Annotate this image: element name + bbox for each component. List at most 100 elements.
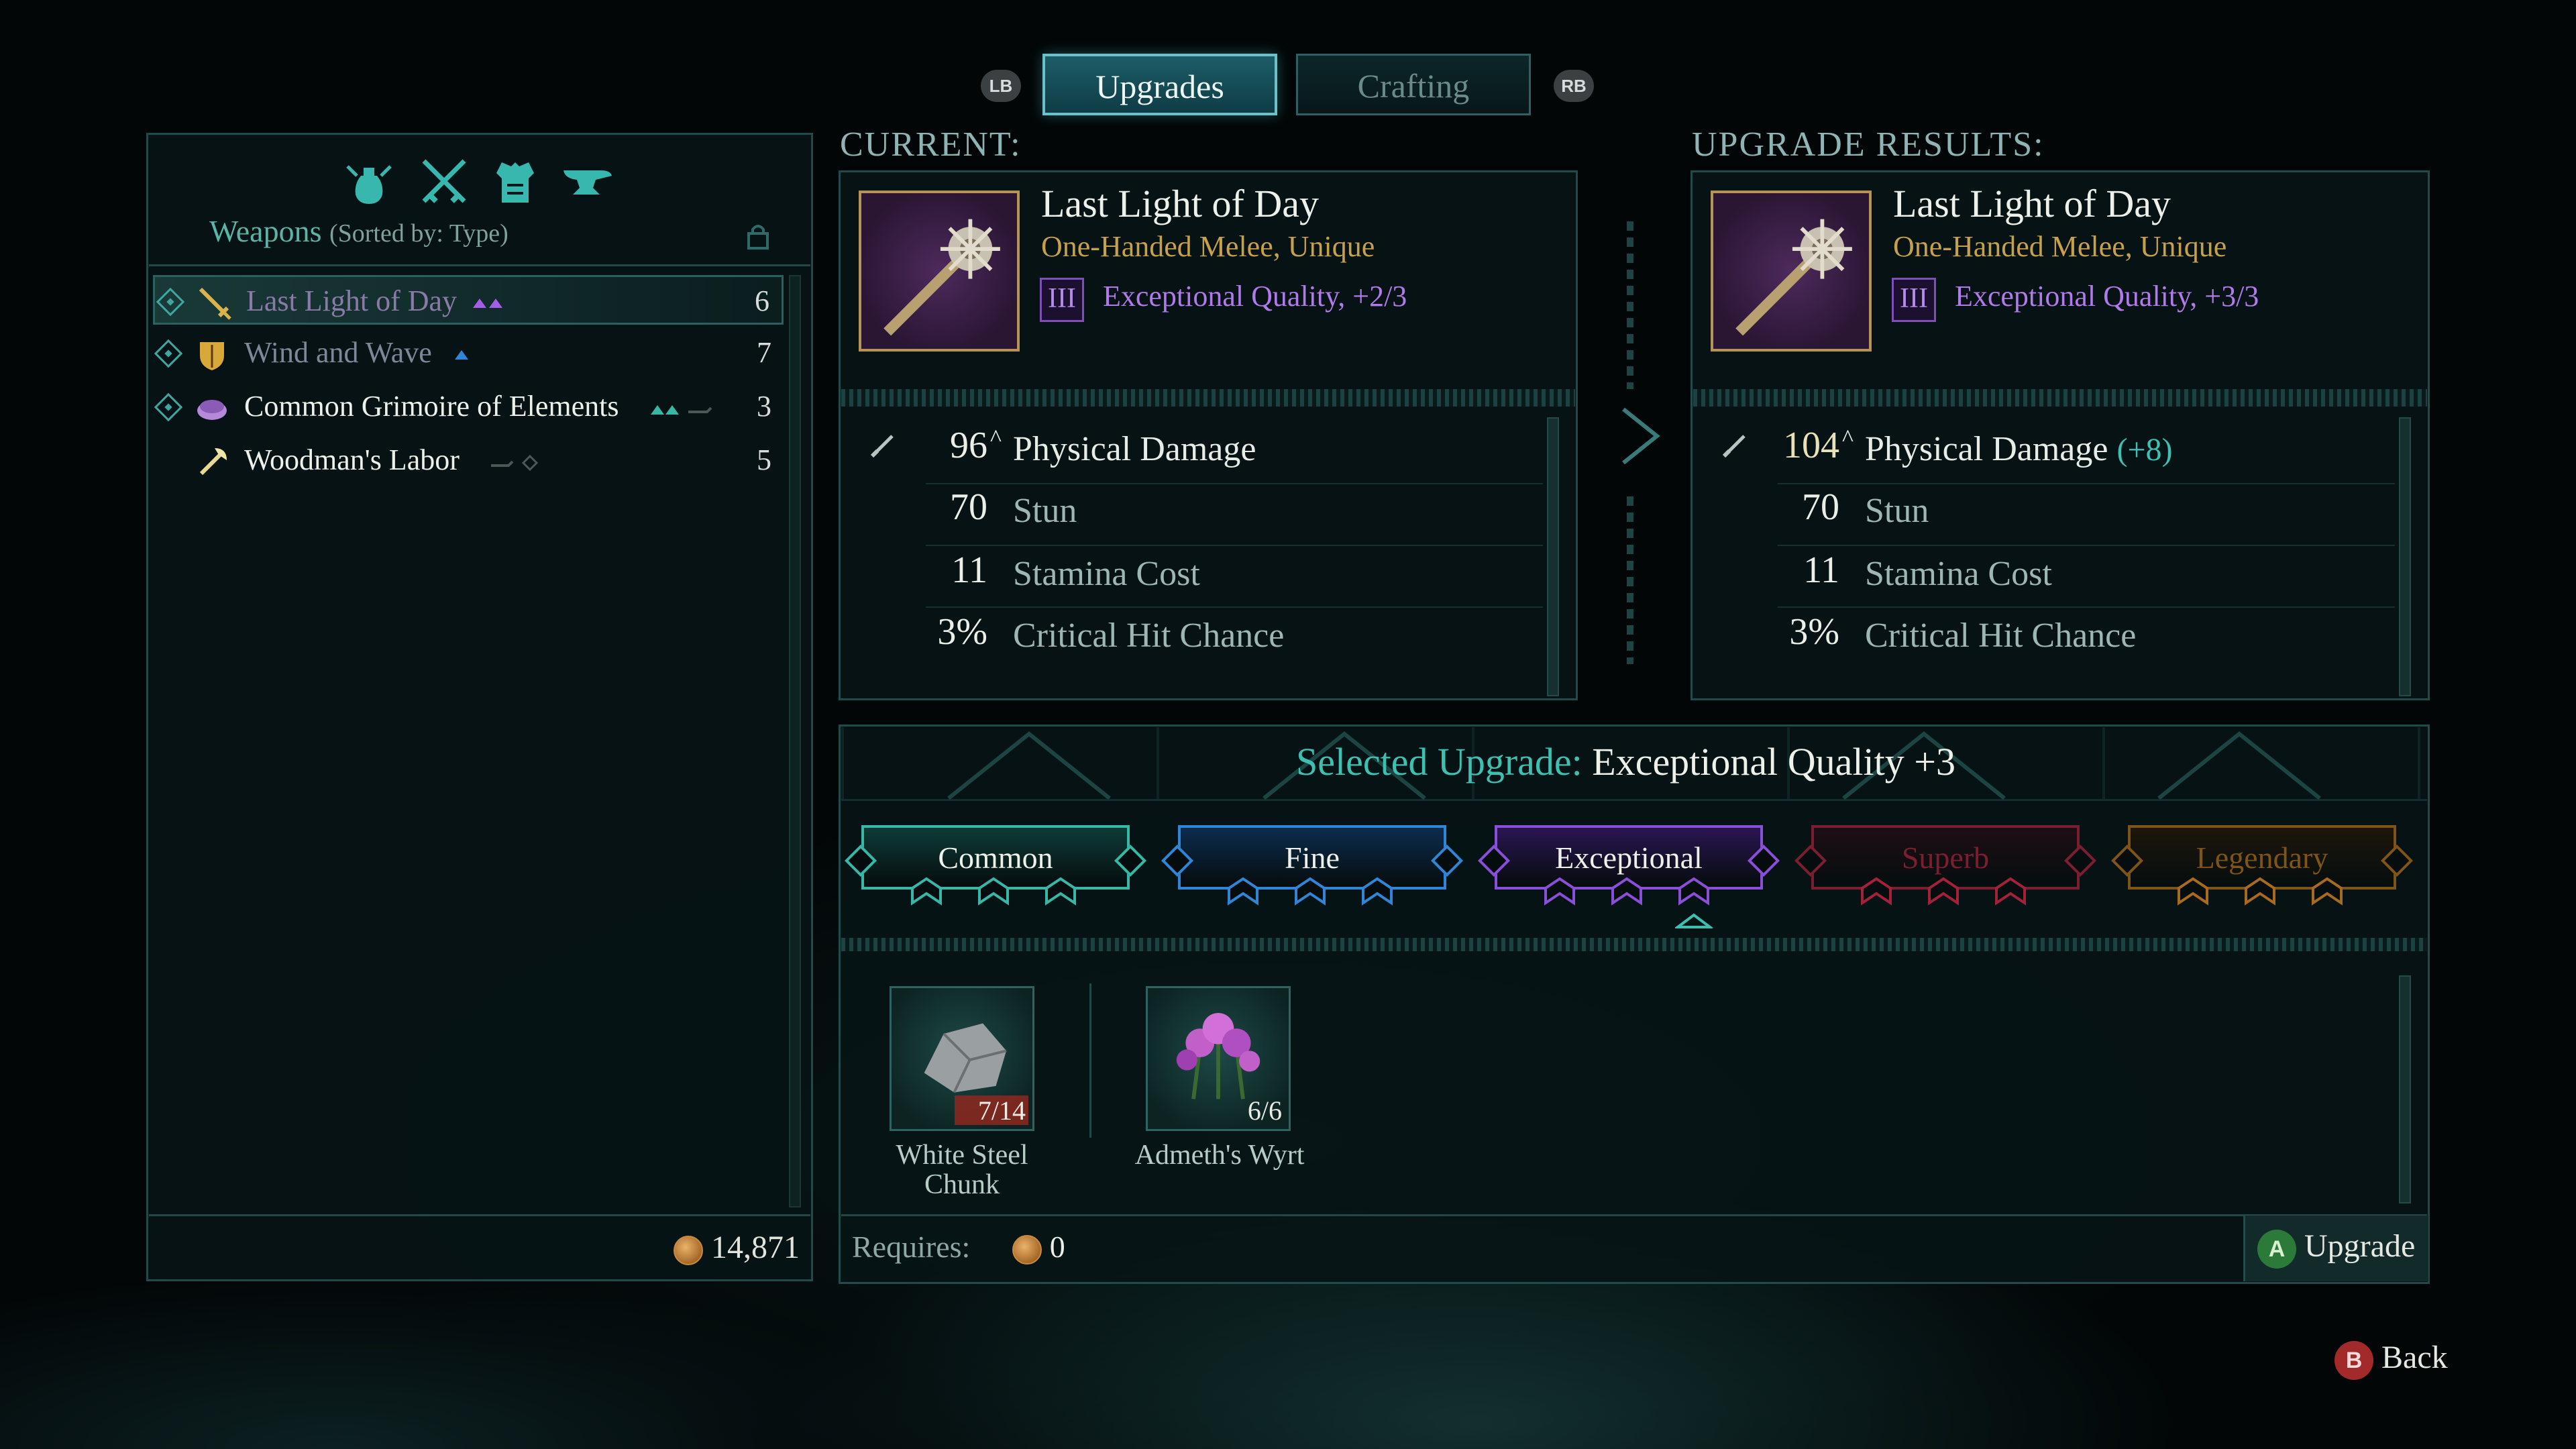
weapon-row-woodmans-labor[interactable]: Woodman's Labor 5 — [153, 436, 784, 486]
material-name-line: White Steel — [896, 1140, 1028, 1171]
result-item-quality: Exceptional Quality, +3/3 — [1955, 280, 2259, 313]
compare-arrow-icon — [1622, 221, 1660, 664]
selected-upgrade-title: Selected Upgrade: Exceptional Quality +3 — [1296, 739, 1955, 784]
material-count: 7/14 — [977, 1095, 1026, 1126]
requires-row: Requires: 0 — [852, 1229, 1065, 1265]
tier-label: Common — [938, 841, 1053, 875]
material-separator — [1089, 983, 1091, 1138]
weapon-name: Woodman's Labor — [244, 443, 460, 476]
stat-increase-caret: ^ — [990, 425, 1002, 451]
result-stat-delta: (+8) — [2116, 432, 2173, 468]
tier-rank-chevron-icon — [1861, 877, 1892, 906]
result-stat-label: Physical Damage (+8) — [1865, 429, 2173, 469]
weapon-level: 5 — [757, 443, 771, 476]
tier-rank-chevron-icon — [2312, 877, 2343, 906]
mace-icon — [1735, 219, 1852, 336]
shield-icon — [200, 342, 224, 370]
stat-divider — [1778, 545, 2395, 546]
weapons-header-divider — [149, 264, 810, 266]
sword-icon — [199, 287, 231, 320]
upgrade-results-label: UPGRADE RESULTS: — [1692, 125, 2045, 164]
tab-crafting[interactable]: Crafting — [1296, 54, 1531, 115]
current-item-thumbnail — [859, 191, 1020, 352]
mace-icon — [883, 219, 1000, 336]
tier-rank-chevron-icon — [2178, 877, 2208, 906]
stat-divider — [926, 545, 1543, 546]
lock-icon[interactable] — [746, 221, 770, 251]
sort-label[interactable]: (Sorted by: Type) — [329, 219, 508, 248]
tier-label: Exceptional — [1555, 841, 1703, 875]
tier-rank-chevron-icon — [911, 877, 942, 906]
requires-divider — [841, 1214, 2427, 1216]
grimoire-icon — [197, 400, 227, 420]
result-stat-value: 104 — [1783, 425, 1839, 466]
anvil-icon[interactable] — [558, 153, 614, 209]
gold-total: 14,871 — [674, 1229, 800, 1266]
upgrade-button[interactable]: A Upgrade — [2243, 1216, 2428, 1281]
stat-divider — [1778, 606, 2395, 608]
quality-badge-icon: III — [1892, 278, 1936, 322]
current-stats-scrollbar[interactable] — [1547, 417, 1559, 696]
armor-icon[interactable] — [487, 153, 543, 209]
a-button-icon: A — [2257, 1229, 2296, 1269]
tier-rank-chevron-icon — [1611, 877, 1642, 906]
materials-scrollbar[interactable] — [2399, 975, 2411, 1203]
weapon-level: 6 — [755, 284, 769, 317]
result-stat-value: 3% — [1789, 611, 1839, 653]
back-button[interactable]: B Back — [2334, 1339, 2448, 1380]
weapons-scrollbar[interactable] — [789, 275, 801, 1208]
b-button-icon: B — [2334, 1340, 2373, 1380]
weapon-row-last-light-of-day[interactable]: Last Light of Day 6 — [153, 275, 784, 325]
material-name: White Steel Chunk — [863, 1140, 1061, 1199]
axe-icon — [199, 448, 227, 476]
tier-rank-chevron-icon — [2245, 877, 2275, 906]
material-slot-admeths-wyrt[interactable]: 6/6 — [1146, 986, 1291, 1131]
quality-pips-icon — [651, 405, 712, 415]
result-item-type: One-Handed Melee, Unique — [1893, 230, 2227, 263]
quality-pips-icon — [455, 350, 468, 360]
selected-rank-marker-icon — [1675, 913, 1713, 928]
material-name-line: Admeth's Wyrt — [1134, 1140, 1305, 1171]
current-stat-value: 70 — [950, 486, 987, 528]
tier-rank-chevron-icon — [1362, 877, 1393, 906]
tier-rank-chevron-icon — [1228, 877, 1258, 906]
result-stat-label: Stamina Cost — [1865, 555, 2052, 593]
trinket-bag-icon[interactable] — [341, 153, 397, 209]
stat-increase-caret: ^ — [1842, 425, 1854, 451]
result-stat-label-text: Physical Damage — [1865, 430, 2108, 468]
weapons-panel-title: Weapons (Sorted by: Type) — [209, 213, 508, 249]
materials-divider — [841, 938, 2427, 951]
material-count: 6/6 — [1247, 1095, 1282, 1126]
equipped-diamond-icon — [156, 287, 185, 317]
stat-divider — [926, 483, 1543, 484]
equipped-diamond-icon — [154, 392, 183, 422]
current-stat-label: Stamina Cost — [1013, 555, 1200, 593]
tier-label: Legendary — [2196, 841, 2328, 875]
result-divider — [1693, 389, 2427, 407]
weapon-level: 3 — [757, 390, 771, 423]
rb-button-hint[interactable]: RB — [1554, 70, 1594, 102]
tier-rank-chevron-icon — [1045, 877, 1076, 906]
result-stat-label: Stun — [1865, 492, 1929, 530]
material-name: Admeth's Wyrt — [1092, 1140, 1347, 1170]
weapon-row-common-grimoire[interactable]: Common Grimoire of Elements 3 — [153, 382, 784, 432]
result-stat-label: Critical Hit Chance — [1865, 616, 2137, 655]
selected-upgrade-value: Exceptional Quality +3 — [1592, 740, 1955, 784]
result-stats-scrollbar[interactable] — [2399, 417, 2411, 696]
tier-label: Superb — [1901, 841, 1990, 875]
weapon-name: Last Light of Day — [246, 284, 458, 317]
material-slot-white-steel[interactable]: 7/14 — [890, 986, 1034, 1131]
crossed-swords-icon[interactable] — [416, 153, 472, 209]
current-stat-label: Physical Damage — [1013, 430, 1256, 468]
weapon-row-wind-and-wave[interactable]: Wind and Wave 7 — [153, 329, 784, 378]
current-item-type: One-Handed Melee, Unique — [1041, 230, 1375, 263]
tier-label: Fine — [1285, 841, 1340, 875]
gold-coin-icon — [674, 1235, 703, 1265]
current-item-name: Last Light of Day — [1041, 182, 1319, 225]
current-divider — [841, 389, 1575, 407]
tab-upgrades[interactable]: Upgrades — [1042, 54, 1277, 115]
tier-rank-chevron-icon — [1544, 877, 1575, 906]
requires-label: Requires: — [852, 1230, 971, 1264]
lb-button-hint[interactable]: LB — [981, 70, 1021, 102]
selected-upgrade-prefix: Selected Upgrade: — [1296, 740, 1582, 784]
